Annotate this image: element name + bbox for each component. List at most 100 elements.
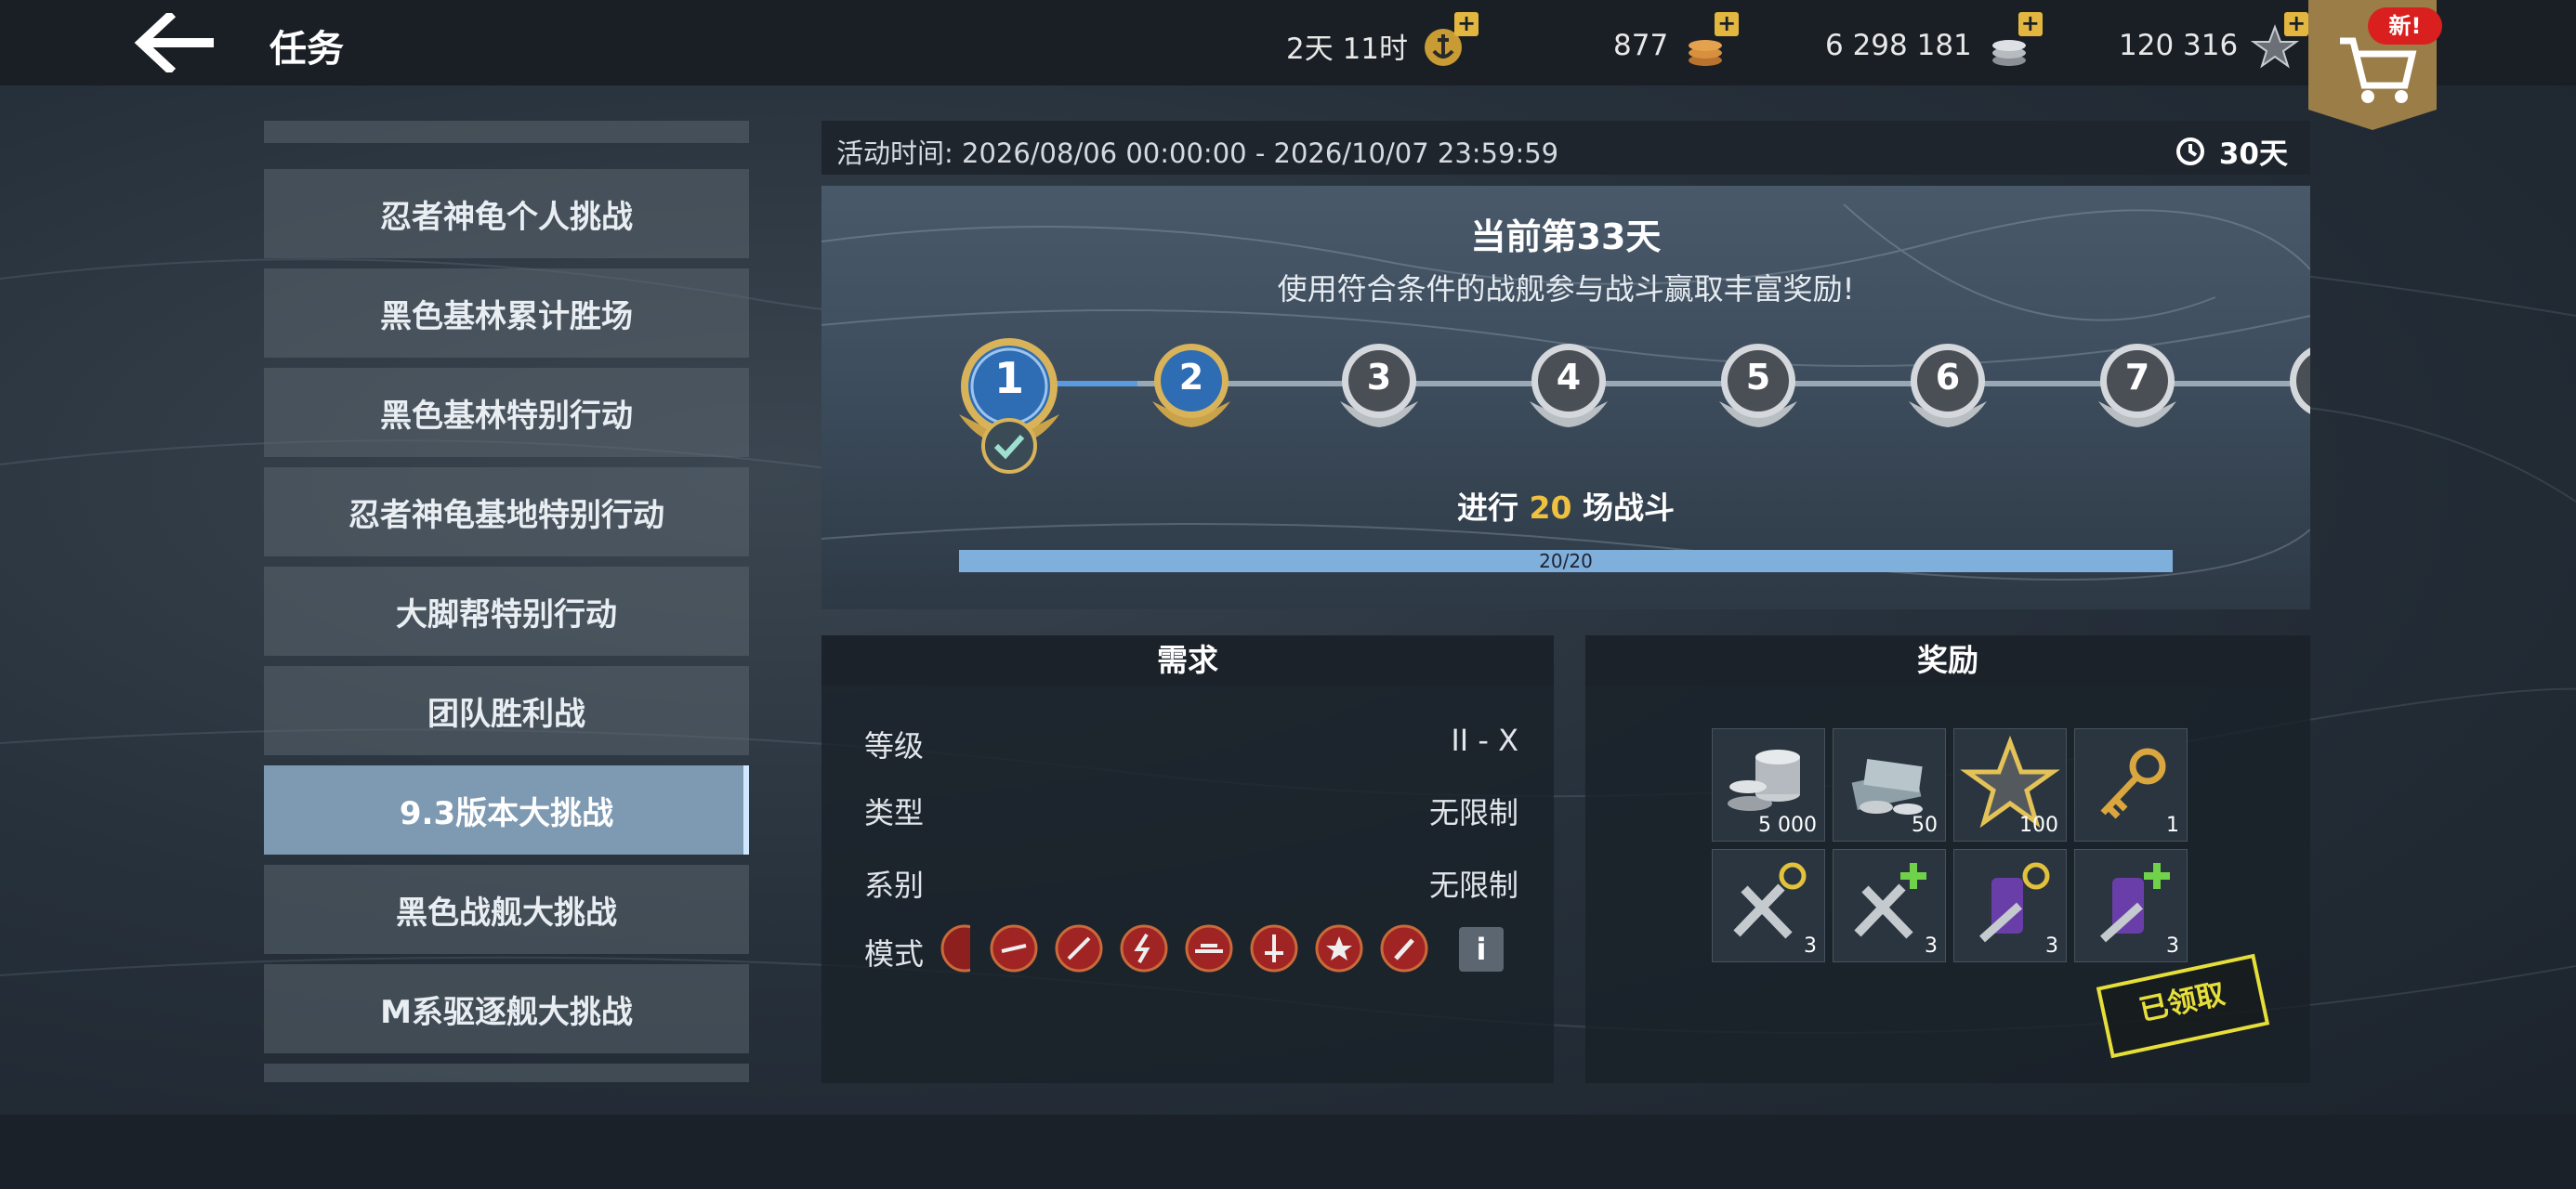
new-badge: 新! <box>2368 7 2442 45</box>
reward-item[interactable]: 50 <box>1833 728 1946 842</box>
battle-count: 20 <box>1529 490 1572 526</box>
sidebar-item-label: 黑色战舰大挑战 <box>396 894 617 932</box>
reward-item[interactable]: 3 <box>1953 849 2067 962</box>
stage-medal[interactable]: 6 <box>1903 340 1992 429</box>
sidebar-item[interactable]: 忍者神龟基地特别行动 <box>264 467 749 556</box>
stage-medal-partial[interactable] <box>2282 340 2310 429</box>
battle-requirement: 进行 20 场战斗 <box>821 483 2310 528</box>
stage-number: 7 <box>2124 357 2150 398</box>
sidebar-item-label: 团队胜利战 <box>427 695 585 733</box>
reward-item[interactable]: 3 <box>1833 849 1946 962</box>
event-timer: 2天 11时 + <box>1286 12 1479 72</box>
sidebar-item[interactable]: 团队胜利战 <box>264 666 749 755</box>
mode-icon[interactable] <box>1184 923 1234 973</box>
reward-item[interactable]: 1 <box>2074 728 2188 842</box>
bottom-strip <box>0 1115 2576 1189</box>
mode-icon[interactable] <box>1249 923 1299 973</box>
timer-text: 2天 11时 <box>1286 32 1409 66</box>
sidebar-item-partial[interactable] <box>264 1064 749 1082</box>
gold-amount: 877 <box>1613 29 1669 62</box>
sidebar-item[interactable]: 忍者神龟个人挑战 <box>264 169 749 258</box>
mode-icon[interactable] <box>1054 923 1104 973</box>
add-icon[interactable]: + <box>2284 12 2309 36</box>
back-arrow-icon <box>134 9 214 76</box>
reward-item[interactable]: 5 000 <box>1712 728 1825 842</box>
mode-label: 模式 <box>864 936 925 972</box>
check-icon <box>981 418 1037 474</box>
sidebar-item-label: 忍者神龟基地特别行动 <box>348 496 664 534</box>
mode-icon[interactable] <box>1379 923 1429 973</box>
reward-item[interactable]: 3 <box>2074 849 2188 962</box>
mode-icon[interactable] <box>1314 923 1364 973</box>
mode-icon[interactable] <box>937 923 970 973</box>
silver-amount: 6 298 181 <box>1825 29 1972 62</box>
stage-number: 6 <box>1935 357 1961 398</box>
mission-list[interactable]: 忍者神龟个人挑战 黑色基林累计胜场 黑色基林特别行动 忍者神龟基地特别行动 大脚… <box>264 121 749 1082</box>
nation-value: 无限制 <box>1428 868 1518 903</box>
sidebar-item-label: 9.3版本大挑战 <box>399 794 614 832</box>
stage-medal[interactable]: 5 <box>1714 340 1803 429</box>
sidebar-item-active[interactable]: 9.3版本大挑战 <box>264 765 749 855</box>
battle-prefix: 进行 <box>1457 490 1519 526</box>
stage-medal[interactable]: 3 <box>1334 340 1424 429</box>
type-label: 类型 <box>864 795 925 830</box>
stage-number: 3 <box>1366 357 1392 398</box>
sidebar-item-label: 黑色基林累计胜场 <box>380 297 633 335</box>
free-xp-amount: 120 316 <box>2119 29 2239 62</box>
sidebar-item[interactable]: 黑色战舰大挑战 <box>264 865 749 954</box>
add-icon[interactable]: + <box>1454 12 1479 36</box>
stage-medal[interactable]: 1 <box>952 334 1067 474</box>
silver-counter: 6 298 181 + <box>1825 12 2043 72</box>
reward-count: 100 <box>2019 814 2058 837</box>
days-left-text: 30天 <box>2218 137 2288 171</box>
sidebar-item[interactable]: M系驱逐舰大挑战 <box>264 964 749 1053</box>
stage-number: 1 <box>993 353 1024 403</box>
sidebar-item-label: M系驱逐舰大挑战 <box>380 993 633 1031</box>
sidebar-item-partial[interactable] <box>264 121 749 143</box>
days-left: 30天 <box>2175 130 2288 172</box>
battle-progress-bar: 20/20 <box>959 550 2173 572</box>
nation-label: 系别 <box>864 868 925 903</box>
info-button[interactable]: i <box>1459 927 1504 972</box>
event-time-bar: 活动时间: 2026/08/06 00:00:00 - 2026/10/07 2… <box>821 121 2310 175</box>
sidebar-item[interactable]: 黑色基林累计胜场 <box>264 268 749 358</box>
requirements-panel: 需求 等级 II - X 类型 无限制 系别 无限制 模式 <box>821 635 1554 1083</box>
sidebar-item[interactable]: 大脚帮特别行动 <box>264 567 749 656</box>
event-time-label: 活动时间: 2026/08/06 00:00:00 - 2026/10/07 2… <box>836 137 1559 169</box>
free-xp-counter: 120 316 + <box>2119 12 2309 72</box>
sidebar-item[interactable]: 黑色基林特别行动 <box>264 368 749 457</box>
reward-count: 1 <box>2166 814 2179 837</box>
type-value: 无限制 <box>1428 795 1518 830</box>
reward-item[interactable]: 3 <box>1712 849 1825 962</box>
reward-count: 3 <box>1925 934 1938 958</box>
stage-medal[interactable]: 4 <box>1524 340 1613 429</box>
stage-medal-icon <box>2290 347 2310 414</box>
mode-icon[interactable] <box>1119 923 1169 973</box>
sidebar-item-label: 黑色基林特别行动 <box>380 397 633 435</box>
stage-number: 2 <box>1178 357 1204 398</box>
stage-number: 5 <box>1745 357 1771 398</box>
silver-coins-icon[interactable]: + <box>1985 12 2043 72</box>
back-button[interactable] <box>128 9 221 76</box>
tier-value: II - X <box>1451 723 1518 758</box>
mode-icon[interactable] <box>989 923 1039 973</box>
stage-number: 4 <box>1556 357 1582 398</box>
tier-label: 等级 <box>864 728 925 764</box>
battle-suffix: 场战斗 <box>1582 490 1675 526</box>
reward-count: 3 <box>2045 934 2058 958</box>
gold-coins-icon[interactable]: + <box>1681 12 1740 72</box>
rewards-header: 奖励 <box>1585 635 2310 686</box>
reward-item[interactable]: 100 <box>1953 728 2067 842</box>
stage-medal[interactable]: 7 <box>2093 340 2182 429</box>
reward-count: 3 <box>1804 934 1817 958</box>
star-currency-icon[interactable]: + <box>2251 12 2309 72</box>
sidebar-item-label: 忍者神龟个人挑战 <box>380 198 633 236</box>
event-progress-panel: 当前第33天 使用符合条件的战舰参与战斗赢取丰富奖励! 1 2 3 4 5 6 … <box>821 186 2310 609</box>
stage-medal[interactable]: 2 <box>1147 340 1236 429</box>
current-day: 当前第33天 <box>1470 216 1662 257</box>
doubloon-anchor-icon[interactable]: + <box>1421 12 1479 72</box>
add-icon[interactable]: + <box>2017 12 2043 36</box>
page-title: 任务 <box>269 28 344 71</box>
event-subtitle: 使用符合条件的战舰参与战斗赢取丰富奖励! <box>1277 271 1855 307</box>
add-icon[interactable]: + <box>1715 12 1740 36</box>
